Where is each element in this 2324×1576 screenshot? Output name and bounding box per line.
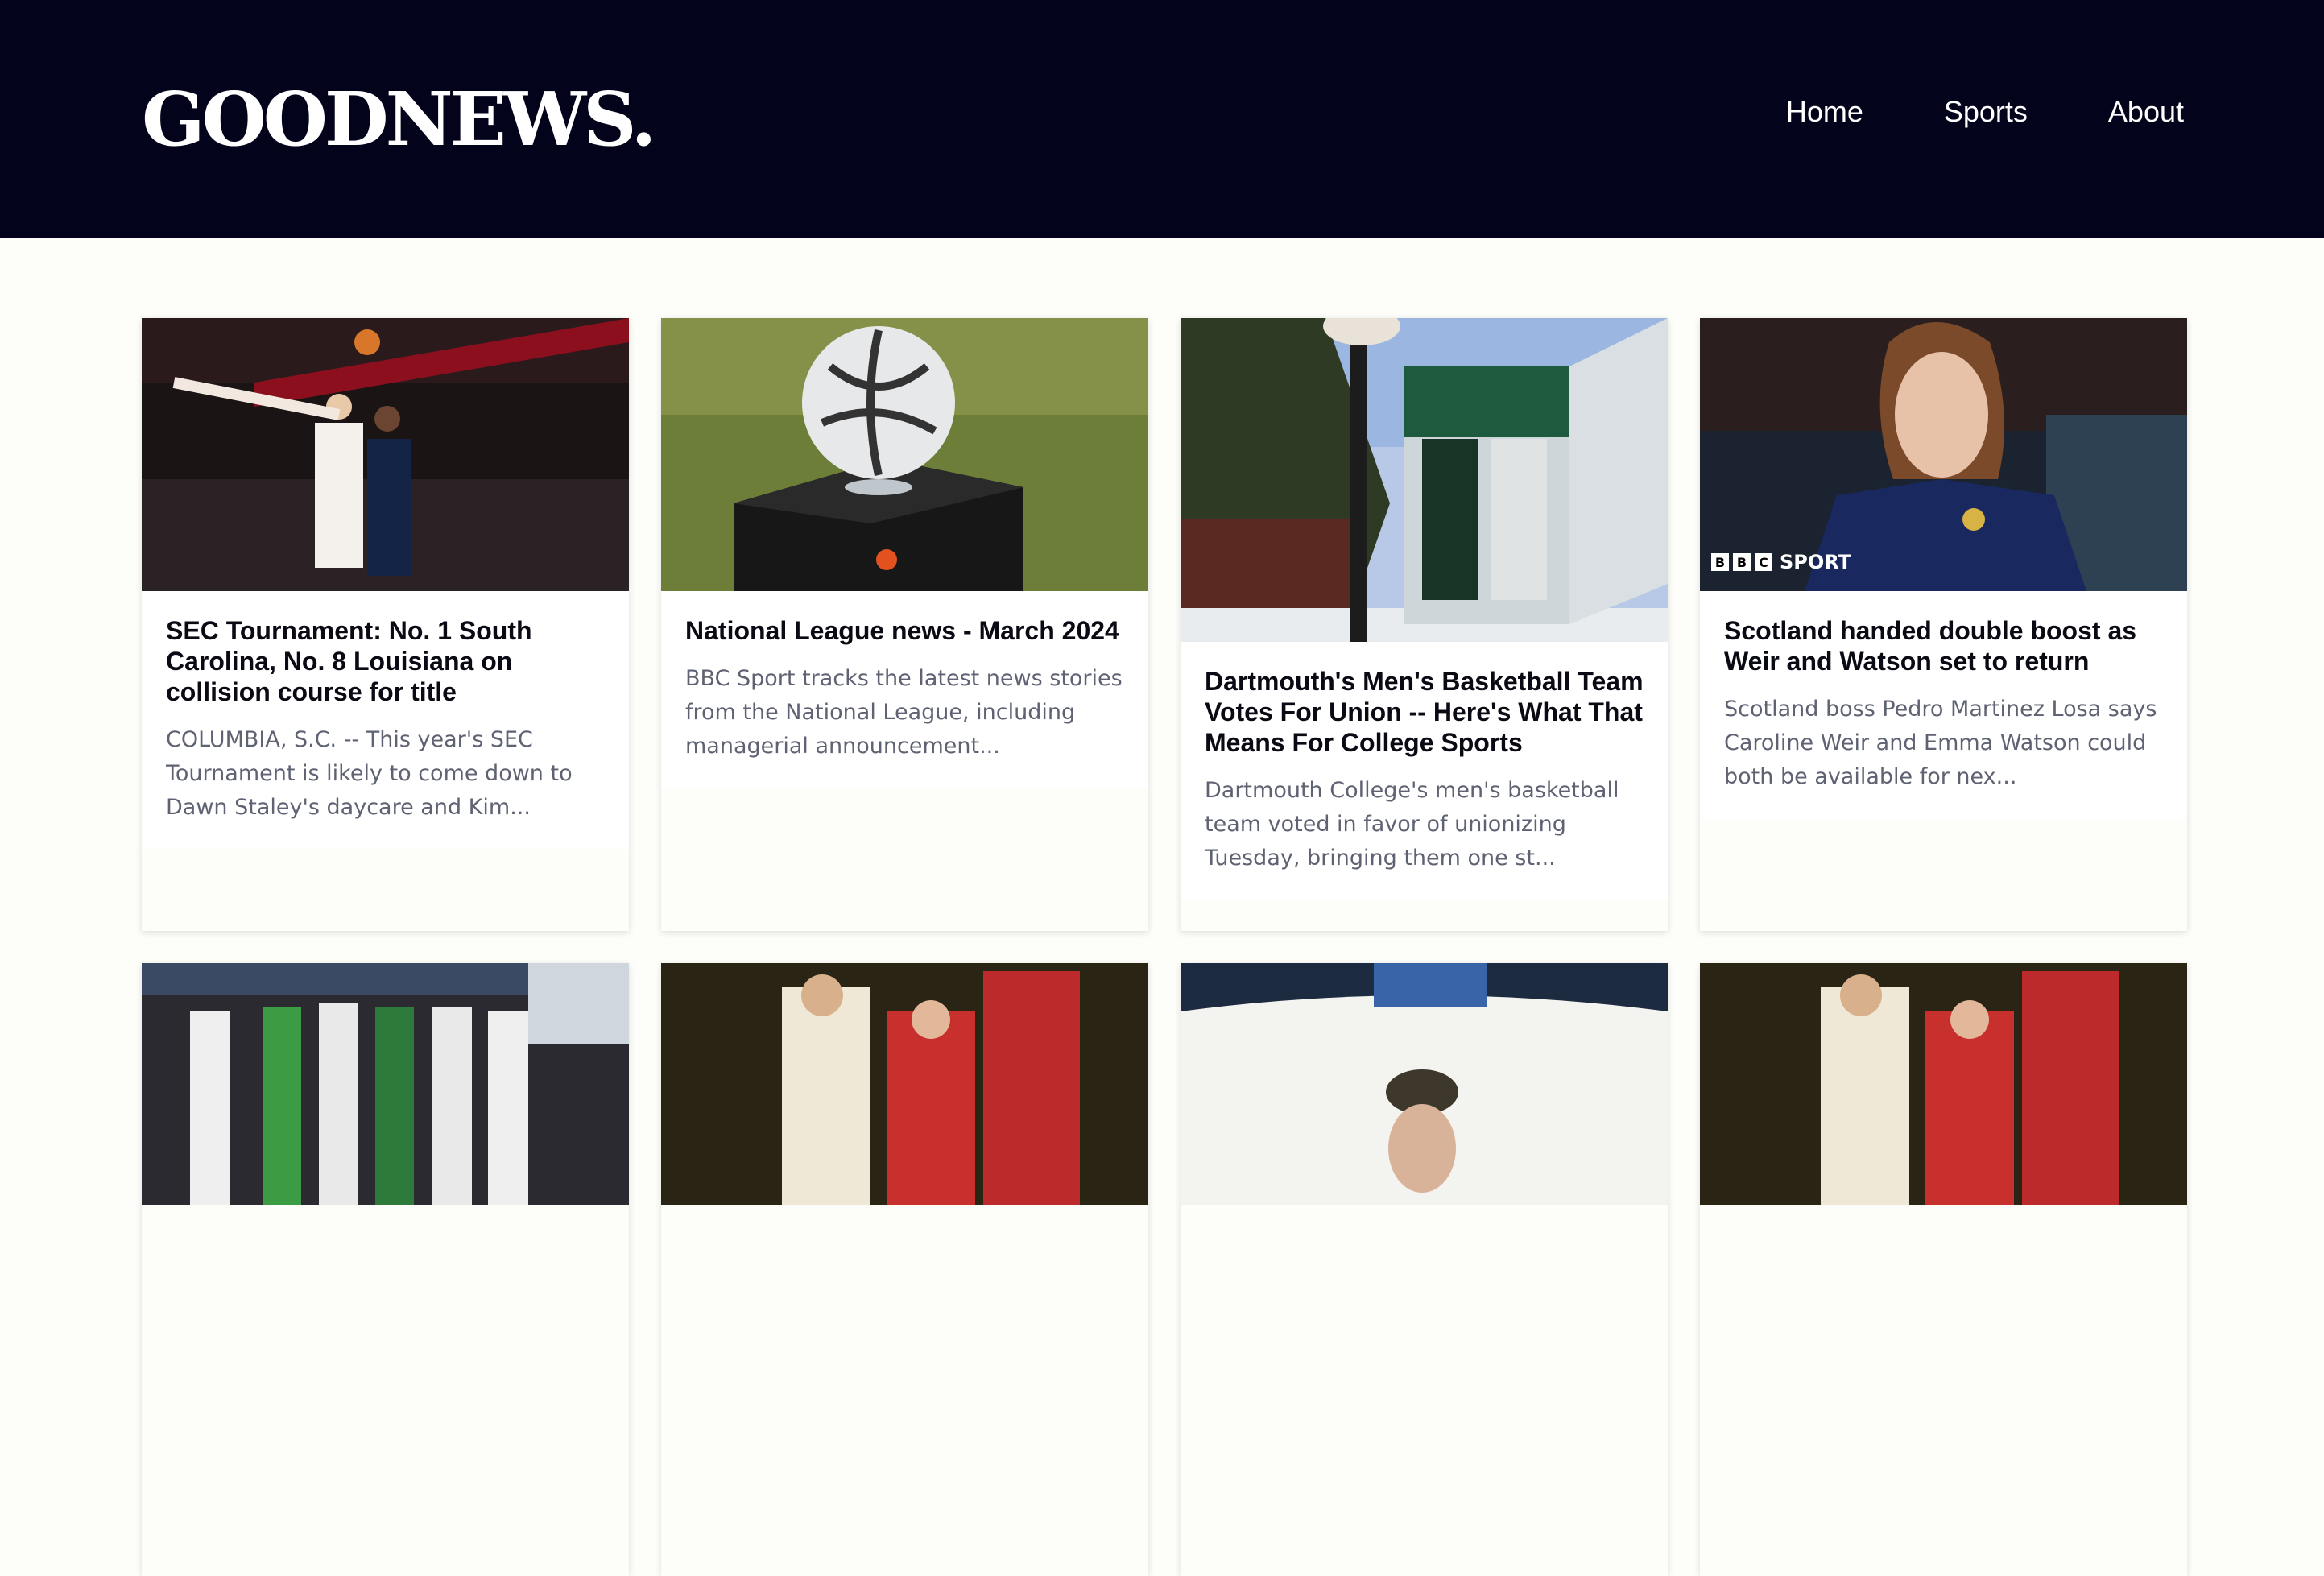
bbc-sport-badge: B B C SPORT	[1711, 551, 1851, 573]
article-image[interactable]	[142, 963, 629, 1205]
bbc-letter: B	[1733, 553, 1751, 571]
article-title[interactable]: Scotland handed double boost as Weir and…	[1724, 615, 2163, 676]
article-image[interactable]	[142, 318, 629, 591]
nav-home-link[interactable]: Home	[1786, 95, 1863, 129]
article-excerpt: Dartmouth College's men's basketball tea…	[1205, 778, 1619, 871]
article-body: Dartmouth's Men's Basketball Team Votes …	[1181, 642, 1668, 900]
article-image[interactable]	[661, 318, 1148, 591]
article-card[interactable]	[1700, 963, 2187, 1576]
article-card[interactable]: National League news - March 2024 BBC Sp…	[661, 318, 1148, 931]
article-card[interactable]: Dartmouth's Men's Basketball Team Votes …	[1181, 318, 1668, 931]
article-image[interactable]	[1181, 318, 1668, 642]
article-title[interactable]: National League news - March 2024	[685, 615, 1124, 646]
article-image[interactable]	[1181, 963, 1668, 1205]
bbc-letter: C	[1755, 553, 1772, 571]
site-header: GOODNEWS. Home Sports About	[0, 0, 2324, 238]
article-card[interactable]	[142, 963, 629, 1576]
article-title[interactable]: Dartmouth's Men's Basketball Team Votes …	[1205, 666, 1644, 758]
article-card[interactable]: B B C SPORT Scotland handed double boost…	[1700, 318, 2187, 931]
site-logo[interactable]: GOODNEWS.	[142, 82, 656, 156]
article-title[interactable]: SEC Tournament: No. 1 South Carolina, No…	[166, 615, 605, 707]
nav-about-link[interactable]: About	[2108, 95, 2184, 129]
article-card[interactable]	[1181, 963, 1668, 1576]
article-card[interactable]: SEC Tournament: No. 1 South Carolina, No…	[142, 318, 629, 931]
article-body: SEC Tournament: No. 1 South Carolina, No…	[142, 591, 629, 849]
article-body: National League news - March 2024 BBC Sp…	[661, 591, 1148, 788]
article-excerpt: BBC Sport tracks the latest news stories…	[685, 666, 1123, 759]
main-nav: Home Sports About	[1786, 95, 2184, 129]
article-body: Scotland handed double boost as Weir and…	[1700, 591, 2187, 818]
article-excerpt: COLUMBIA, S.C. -- This year's SEC Tourna…	[166, 727, 573, 820]
article-image[interactable]	[661, 963, 1148, 1205]
bbc-letter: B	[1711, 553, 1729, 571]
sport-label: SPORT	[1780, 551, 1852, 573]
article-image[interactable]: B B C SPORT	[1700, 318, 2187, 591]
article-image[interactable]	[1700, 963, 2187, 1205]
article-grid: SEC Tournament: No. 1 South Carolina, No…	[142, 318, 2187, 1576]
article-excerpt: Scotland boss Pedro Martinez Losa says C…	[1724, 697, 2157, 789]
article-card[interactable]	[661, 963, 1148, 1576]
nav-sports-link[interactable]: Sports	[1944, 95, 2028, 129]
